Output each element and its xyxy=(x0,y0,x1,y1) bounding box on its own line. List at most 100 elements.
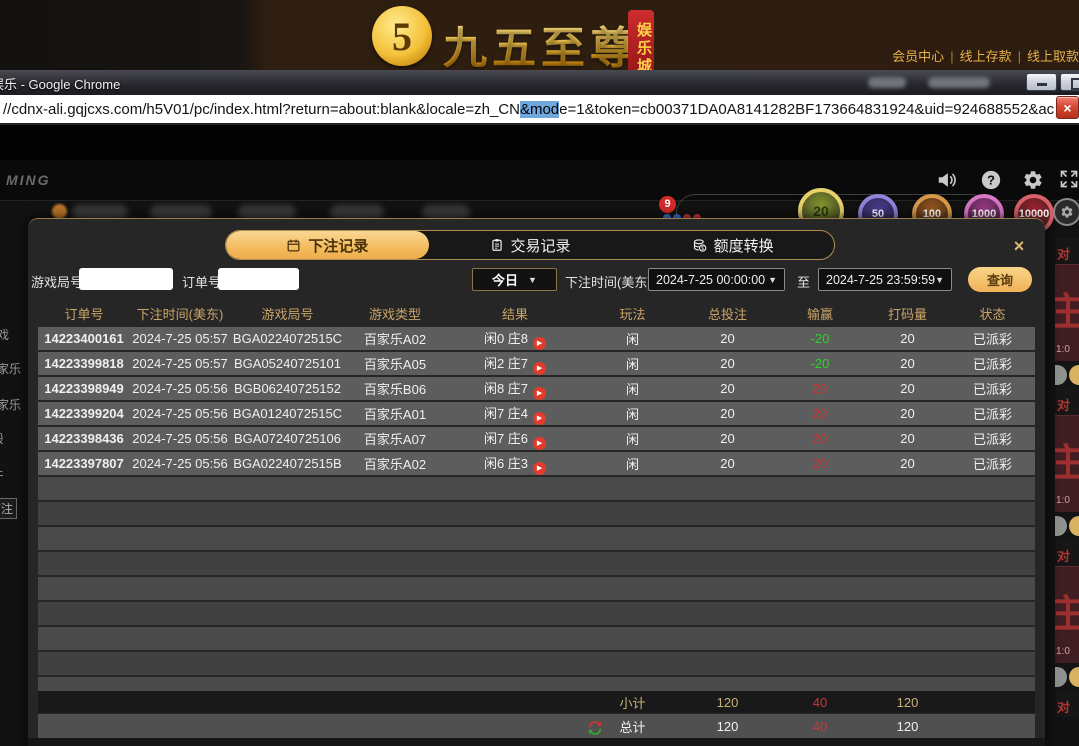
search-button[interactable]: 查询 xyxy=(968,267,1032,292)
tab-label: 下注记录 xyxy=(308,235,368,256)
footer-rolling: 120 xyxy=(865,695,950,710)
tab-bet-records[interactable]: 下注记录 xyxy=(226,231,429,259)
game-round-label: 游戏局号 xyxy=(31,272,83,291)
bet-time-label: 下注时间(美东) xyxy=(565,272,652,291)
empty-row xyxy=(38,652,1035,675)
empty-row xyxy=(38,502,1035,525)
replay-icon[interactable]: ▶ xyxy=(533,387,546,400)
minimize-button[interactable] xyxy=(1026,73,1057,91)
browser-urlbar[interactable]: //cdnx-ali.gqjcxs.com/h5V01/pc/index.htm… xyxy=(0,95,1079,125)
site-logo-icon: 5 xyxy=(372,6,432,66)
screen: 5 九五至尊 娱乐城 会员中心|线上存款|线上取款 娱乐 - Google Ch… xyxy=(0,0,1079,746)
tab-label: 交易记录 xyxy=(511,235,571,256)
cell-time: 2024-7-25 05:56 xyxy=(130,431,230,446)
range-select[interactable]: 今日▼ xyxy=(472,268,557,291)
chevron-down-icon: ▼ xyxy=(935,275,944,285)
column-header: 订单号 xyxy=(38,304,130,323)
cell-round: BGA0224072515C xyxy=(230,331,345,346)
time-to-select[interactable]: 2024-7-25 23:59:59▼ xyxy=(818,268,952,291)
replay-icon[interactable]: ▶ xyxy=(533,412,546,425)
sidebar-fragment: / 殿 xyxy=(0,430,4,447)
cell-play: 闲 xyxy=(585,404,680,423)
clipboard-icon xyxy=(490,238,504,252)
column-header: 游戏局号 xyxy=(230,304,345,323)
replay-icon[interactable]: ▶ xyxy=(533,337,546,350)
empty-row xyxy=(38,602,1035,625)
refresh-icon[interactable] xyxy=(587,720,603,739)
url-text[interactable]: //cdnx-ali.gqjcxs.com/h5V01/pc/index.htm… xyxy=(3,101,1054,118)
order-input[interactable] xyxy=(218,268,299,290)
time-from-select[interactable]: 2024-7-25 00:00:00▼ xyxy=(648,268,785,291)
cell-rolling: 20 xyxy=(865,331,950,346)
header-link[interactable]: 线上取款 xyxy=(1027,49,1079,64)
empty-row xyxy=(38,677,1035,691)
replay-icon[interactable]: ▶ xyxy=(533,462,546,475)
help-icon[interactable]: ? xyxy=(980,169,1002,196)
cell-game: 百家乐A05 xyxy=(345,354,445,373)
window-close-button[interactable]: × xyxy=(1056,96,1079,119)
header-links: 会员中心|线上存款|线上取款 xyxy=(886,46,1079,65)
game-round-input[interactable] xyxy=(79,268,173,290)
cell-result: 闲6 庄3▶ xyxy=(445,453,585,475)
cell-win: -20 xyxy=(775,356,865,371)
fullscreen-icon[interactable] xyxy=(1059,169,1079,194)
footer-win: 40 xyxy=(775,695,865,710)
modal-close-button[interactable]: × xyxy=(1009,236,1029,256)
black-gap xyxy=(0,125,1079,160)
site-logo-text: 九五至尊 xyxy=(443,12,639,76)
order-label: 订单号 xyxy=(182,272,221,291)
cell-order: 14223399204 xyxy=(38,406,130,421)
to-label: 至 xyxy=(797,272,810,291)
cell-rolling: 20 xyxy=(865,406,950,421)
redacted-text xyxy=(868,77,906,88)
replay-icon[interactable]: ▶ xyxy=(533,362,546,375)
cell-time: 2024-7-25 05:57 xyxy=(130,331,230,346)
cell-rolling: 20 xyxy=(865,356,950,371)
footer-label: 小计 xyxy=(585,693,680,712)
cell-win: 20 xyxy=(775,431,865,446)
sidebar-fragment: 下注 xyxy=(0,498,17,519)
maximize-button[interactable] xyxy=(1060,73,1079,91)
header-link[interactable]: 会员中心 xyxy=(892,49,944,64)
redacted-text xyxy=(928,77,990,88)
cell-rolling: 20 xyxy=(865,431,950,446)
sidebar-fragment: 百家乐 xyxy=(0,396,21,413)
cell-bet: 20 xyxy=(680,356,775,371)
cell-time: 2024-7-25 05:56 xyxy=(130,406,230,421)
result-text: 闲0 庄8 xyxy=(484,331,528,346)
result-text: 闲8 庄7 xyxy=(484,381,528,396)
footer-bet: 120 xyxy=(680,695,775,710)
cell-round: BGA05240725101 xyxy=(230,356,345,371)
cell-bet: 20 xyxy=(680,456,775,471)
cell-order: 14223397807 xyxy=(38,456,130,471)
column-header: 总投注 xyxy=(680,304,775,323)
cell-play: 闲 xyxy=(585,379,680,398)
sidebar-fragment: / 牛 xyxy=(0,466,4,483)
header-link[interactable]: 线上存款 xyxy=(960,49,1012,64)
speaker-icon[interactable] xyxy=(936,169,958,196)
cell-game: 百家乐A07 xyxy=(345,429,445,448)
cell-bet: 20 xyxy=(680,381,775,396)
table-row: 142233992042024-7-25 05:56BGA0124072515C… xyxy=(38,402,1035,425)
empty-row xyxy=(38,477,1035,500)
table-row: 142233998182024-7-25 05:57BGA05240725101… xyxy=(38,352,1035,375)
tab-transaction-records[interactable]: 交易记录 xyxy=(429,231,632,259)
cell-round: BGA07240725106 xyxy=(230,431,345,446)
table-row: 142233989492024-7-25 05:56BGB06240725152… xyxy=(38,377,1035,400)
cell-result: 闲0 庄8 ▶ xyxy=(445,328,585,350)
cell-play: 闲 xyxy=(585,354,680,373)
settings-icon[interactable] xyxy=(1022,169,1044,196)
tab-quota-transfer[interactable]: $额度转换 xyxy=(631,231,834,259)
filter-bar: 游戏局号 订单号 今日▼ 下注时间(美东) 2024-7-25 00:00:00… xyxy=(28,265,1045,295)
nav-icon-blurred xyxy=(52,204,67,219)
cell-round: BGA0124072515C xyxy=(230,406,345,421)
cell-game: 百家乐B06 xyxy=(345,379,445,398)
chevron-down-icon: ▼ xyxy=(528,275,537,285)
modal-footer-strip xyxy=(28,738,1045,746)
chip-settings-icon[interactable] xyxy=(1053,198,1079,226)
cell-status: 已派彩 xyxy=(950,354,1035,373)
replay-icon[interactable]: ▶ xyxy=(533,437,546,450)
cell-win: -20 xyxy=(775,331,865,346)
empty-row xyxy=(38,627,1035,650)
cell-win: 20 xyxy=(775,456,865,471)
